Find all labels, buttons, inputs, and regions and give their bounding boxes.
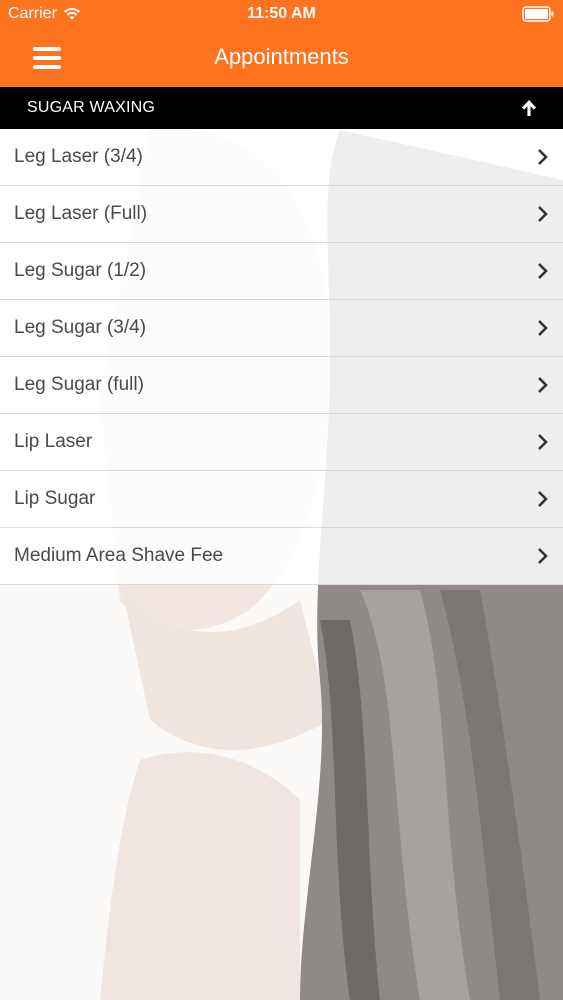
list-item-medium-area-shave-fee[interactable]: Medium Area Shave Fee: [0, 528, 563, 585]
list-item-label: Leg Sugar (3/4): [14, 317, 147, 338]
list-item-label: Leg Sugar (1/2): [14, 260, 147, 281]
chevron-right-icon: [538, 491, 548, 507]
list-item-label: Leg Laser (Full): [14, 203, 148, 224]
chevron-right-icon: [538, 377, 548, 393]
battery-icon: [522, 6, 554, 22]
list-item-leg-sugar-3-4[interactable]: Leg Sugar (3/4): [0, 300, 563, 357]
list-item-label: Leg Sugar (full): [14, 374, 144, 395]
status-time: 11:50 AM: [247, 5, 316, 22]
chevron-right-icon: [538, 206, 548, 222]
chevron-right-icon: [538, 548, 548, 564]
chevron-right-icon: [538, 320, 548, 336]
list-item-leg-laser-full[interactable]: Leg Laser (Full): [0, 186, 563, 243]
list-item-label: Medium Area Shave Fee: [14, 545, 224, 566]
chevron-right-icon: [538, 149, 548, 165]
status-bar: Carrier 11:50 AM: [0, 0, 563, 30]
chevron-right-icon: [538, 434, 548, 450]
list-item-label: Leg Laser (3/4): [14, 146, 143, 167]
arrow-up-icon[interactable]: [519, 98, 539, 118]
list-item-label: Lip Laser: [14, 431, 93, 452]
service-list: Leg Laser (3/4) Leg Laser (Full) Leg Sug…: [0, 129, 563, 585]
section-title: SUGAR WAXING: [27, 99, 156, 116]
chevron-right-icon: [538, 263, 548, 279]
navigation-bar: Appointments: [0, 30, 563, 87]
list-item-label: Lip Sugar: [14, 488, 96, 509]
list-item-lip-laser[interactable]: Lip Laser: [0, 414, 563, 471]
section-header-sugar-waxing[interactable]: SUGAR WAXING: [0, 87, 563, 129]
list-item-lip-sugar[interactable]: Lip Sugar: [0, 471, 563, 528]
list-item-leg-sugar-1-2[interactable]: Leg Sugar (1/2): [0, 243, 563, 300]
page-title: Appointments: [214, 44, 349, 69]
list-item-leg-laser-3-4[interactable]: Leg Laser (3/4): [0, 129, 563, 186]
list-item-leg-sugar-full[interactable]: Leg Sugar (full): [0, 357, 563, 414]
